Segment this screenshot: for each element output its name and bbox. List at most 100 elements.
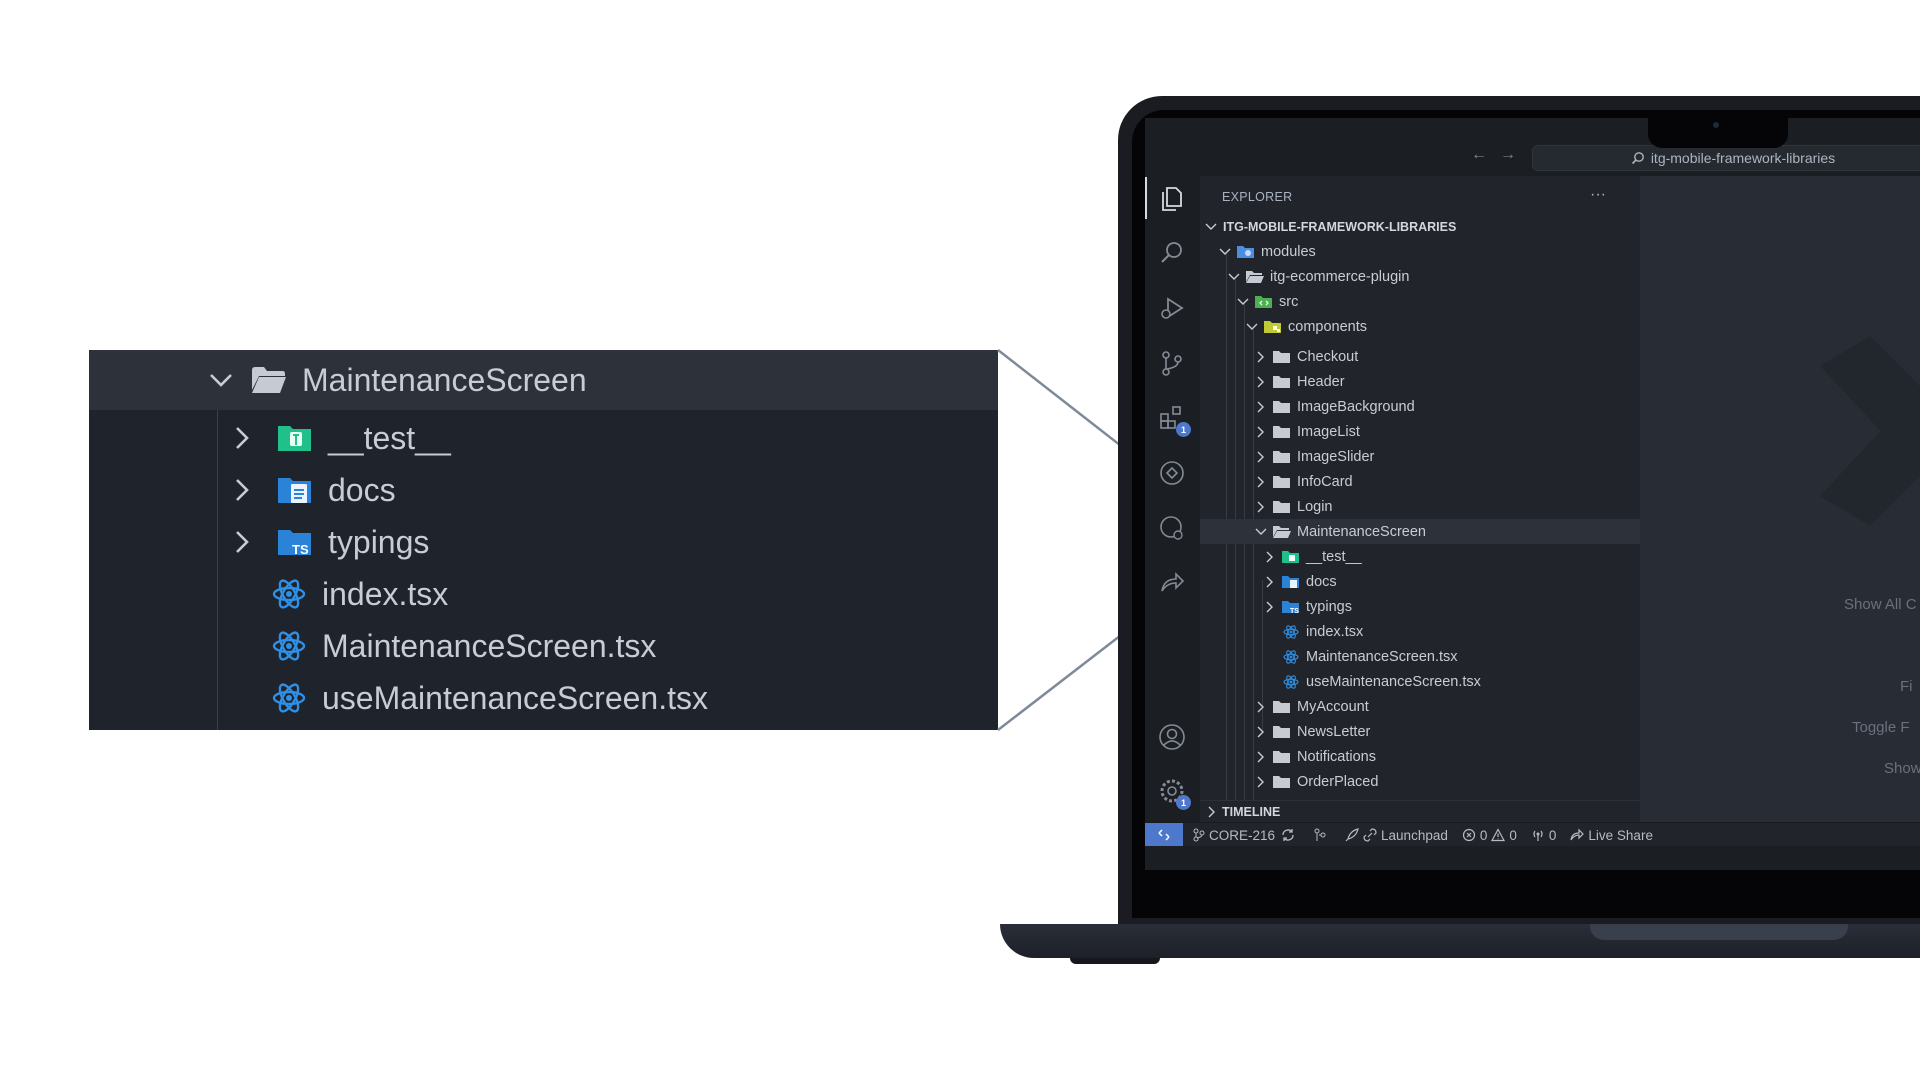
forward-arrow-icon[interactable]: → <box>1500 146 1516 164</box>
link-icon <box>1363 828 1377 842</box>
docs-folder-icon <box>1282 575 1300 589</box>
callout-row-typings[interactable]: TS typings <box>89 516 998 568</box>
back-arrow-icon[interactable]: ← <box>1471 146 1487 164</box>
chevron-right-icon[interactable] <box>227 475 257 505</box>
github-icon[interactable] <box>1157 513 1187 543</box>
chevron-right-icon[interactable] <box>227 423 257 453</box>
react-icon <box>270 682 308 714</box>
tree-item-label: Checkout <box>1297 348 1359 365</box>
chevron-right-icon[interactable] <box>1254 450 1268 464</box>
tree-item-docs[interactable]: docs <box>1200 569 1640 594</box>
chevron-right-icon[interactable] <box>1263 600 1277 614</box>
callout-row-usemaintenancescreen-tsx[interactable]: useMaintenanceScreen.tsx <box>89 672 998 724</box>
tree-item-itg-ecommerce-plugin[interactable]: itg-ecommerce-plugin <box>1200 264 1640 289</box>
tree-item-myaccount[interactable]: MyAccount <box>1200 694 1640 719</box>
search-text: itg-mobile-framework-libraries <box>1650 150 1836 166</box>
remote-explorer-icon[interactable] <box>1157 458 1187 488</box>
chevron-down-icon[interactable] <box>1227 270 1241 284</box>
remote-icon <box>1158 829 1170 841</box>
callout-child-label: MaintenanceScreen.tsx <box>322 627 657 664</box>
editor-hint-show-all-commands: Show All C <box>1844 596 1917 613</box>
chevron-right-icon[interactable] <box>1254 500 1268 514</box>
chevron-right-icon[interactable] <box>1254 350 1268 364</box>
chevron-right-icon[interactable] <box>1254 475 1268 489</box>
tree-item-checkout[interactable]: Checkout <box>1200 344 1640 369</box>
chevron-right-icon[interactable] <box>1254 775 1268 789</box>
tree-item-index-tsx[interactable]: index.tsx <box>1200 619 1640 644</box>
extensions-icon[interactable]: 1 <box>1157 403 1191 437</box>
typings-folder-icon: TS <box>1282 600 1300 614</box>
chevron-down-icon[interactable] <box>1204 220 1218 234</box>
chevron-right-icon[interactable] <box>1263 550 1277 564</box>
source-control-icon[interactable] <box>1157 348 1187 378</box>
chevron-right-icon[interactable] <box>1254 400 1268 414</box>
tree-item-imageslider[interactable]: ImageSlider <box>1200 444 1640 469</box>
callout-child-label: useMaintenanceScreen.tsx <box>322 679 708 716</box>
callout-row-index[interactable]: index.tsx <box>89 568 998 620</box>
chevron-down-icon[interactable] <box>1245 320 1259 334</box>
folder-icon <box>1273 400 1291 414</box>
command-center-search[interactable]: itg-mobile-framework-libraries <box>1532 145 1920 171</box>
tree-item-maintenancescreen[interactable]: MaintenanceScreen <box>1200 519 1640 544</box>
callout-row-maintenancescreen[interactable]: MaintenanceScreen <box>89 350 998 410</box>
callout-row-docs[interactable]: docs <box>89 464 998 516</box>
tree-item-infocard[interactable]: InfoCard <box>1200 469 1640 494</box>
chevron-down-icon[interactable] <box>1254 525 1268 539</box>
tree-item-test[interactable]: __test__ <box>1200 544 1640 569</box>
tree-item-label: src <box>1279 293 1299 310</box>
tree-item-notifications[interactable]: Notifications <box>1200 744 1640 769</box>
chevron-right-icon[interactable] <box>227 527 257 557</box>
folder-open-icon <box>1273 525 1291 539</box>
tree-item-imagebackground[interactable]: ImageBackground <box>1200 394 1640 419</box>
git-branch-icon <box>1193 828 1205 842</box>
tree-item-newsletter[interactable]: NewsLetter <box>1200 719 1640 744</box>
account-icon[interactable] <box>1157 722 1187 752</box>
timeline-section[interactable]: TIMELINE <box>1200 800 1640 823</box>
tree-item-login[interactable]: Login <box>1200 494 1640 519</box>
chevron-right-icon[interactable] <box>1254 725 1268 739</box>
chevron-right-icon[interactable] <box>1254 700 1268 714</box>
workspace-root[interactable]: ITG-MOBILE-FRAMEWORK-LIBRARIES <box>1200 214 1640 239</box>
tree-item-modules[interactable]: modules <box>1200 239 1640 264</box>
branch-status[interactable]: CORE-216 <box>1193 828 1299 843</box>
callout-child-label: docs <box>328 471 396 508</box>
live-share-icon[interactable] <box>1157 568 1187 598</box>
remote-indicator[interactable] <box>1145 823 1183 847</box>
folder-icon <box>1273 450 1291 464</box>
chevron-right-icon[interactable] <box>1254 750 1268 764</box>
ports-count: 0 <box>1548 827 1557 843</box>
callout-parent-label: MaintenanceScreen <box>302 361 587 398</box>
chevron-right-icon[interactable] <box>1263 575 1277 589</box>
callout-row-maintenancescreen-tsx[interactable]: MaintenanceScreen.tsx <box>89 620 998 672</box>
settings-gear-icon[interactable]: 1 <box>1157 776 1191 810</box>
live-share-status[interactable]: Live Share <box>1570 828 1653 843</box>
launchpad-status[interactable]: Launchpad <box>1345 828 1448 843</box>
warning-count: 0 <box>1509 827 1517 843</box>
search-icon[interactable] <box>1157 238 1187 268</box>
chevron-down-icon[interactable] <box>1236 295 1250 309</box>
tree-item-components[interactable]: components <box>1200 314 1640 339</box>
tree-item-imagelist[interactable]: ImageList <box>1200 419 1640 444</box>
problems-status[interactable]: 0 0 <box>1462 828 1517 843</box>
callout-row-test[interactable]: __test__ <box>89 412 998 464</box>
chevron-down-icon[interactable] <box>1218 245 1232 259</box>
chevron-right-icon[interactable] <box>1254 375 1268 389</box>
chevron-right-icon[interactable] <box>1254 425 1268 439</box>
tree-item-maintenancescreen-tsx[interactable]: MaintenanceScreen.tsx <box>1200 644 1640 669</box>
more-actions-icon[interactable]: ··· <box>1590 186 1606 204</box>
tree-item-header[interactable]: Header <box>1200 369 1640 394</box>
chevron-down-icon[interactable] <box>206 365 236 395</box>
ports-status[interactable]: 0 <box>1531 827 1557 843</box>
tree-item-usemaintenancescreen-tsx[interactable]: useMaintenanceScreen.tsx <box>1200 669 1640 694</box>
tree-item-typings[interactable]: TS typings <box>1200 594 1640 619</box>
tree-item-label: ImageBackground <box>1297 398 1415 415</box>
tree-item-label: index.tsx <box>1306 623 1364 640</box>
tree-item-src[interactable]: src <box>1200 289 1640 314</box>
tree-item-label: docs <box>1306 573 1337 590</box>
explorer-icon[interactable] <box>1145 177 1187 219</box>
gitlens-status[interactable] <box>1313 828 1331 842</box>
run-debug-icon[interactable] <box>1157 293 1187 323</box>
tree-item-orderplaced[interactable]: OrderPlaced <box>1200 769 1640 794</box>
chevron-right-icon[interactable] <box>1208 806 1216 818</box>
tree-item-label: InfoCard <box>1297 473 1353 490</box>
